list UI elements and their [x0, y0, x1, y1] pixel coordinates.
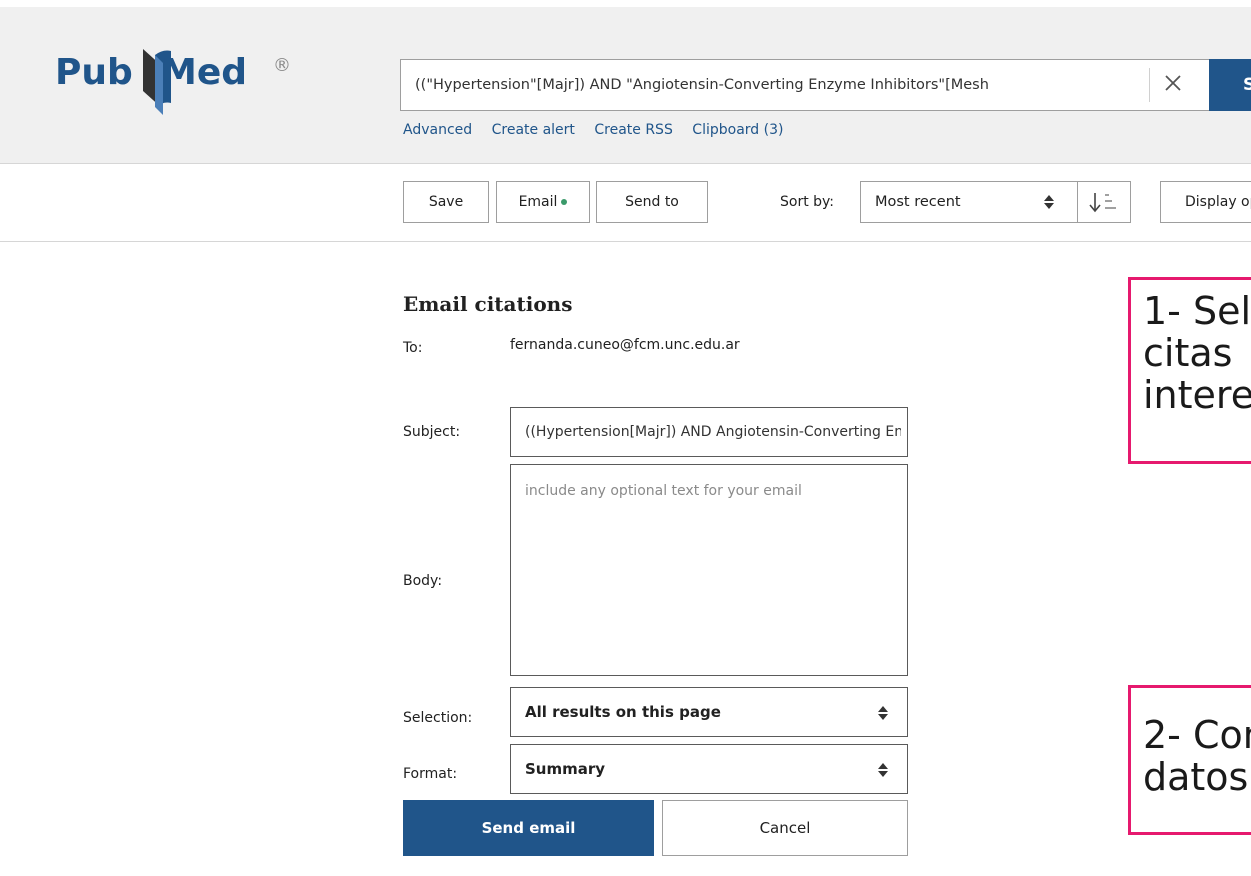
create-alert-link[interactable]: Create alert [492, 122, 575, 138]
logo-pub-text: Pub [55, 52, 133, 93]
send-to-button[interactable]: Send to [596, 181, 708, 223]
close-icon [1165, 75, 1181, 91]
body-textarea[interactable]: include any optional text for your email [510, 464, 908, 676]
selection-select-value: All results on this page [525, 703, 721, 721]
format-select-value: Summary [525, 760, 606, 778]
select-arrows-icon [1044, 195, 1054, 209]
annotation-line: citas [1143, 331, 1233, 375]
sort-select-value: Most recent [875, 194, 961, 210]
send-email-button[interactable]: Send email [403, 800, 654, 856]
format-label: Format: [403, 766, 458, 782]
sort-order-icon [1089, 193, 1116, 213]
annotation-line: 1- Sel [1143, 289, 1251, 333]
email-button-label: Email [518, 194, 558, 210]
annotation-line: datos [1143, 755, 1249, 799]
subject-field[interactable]: ((Hypertension[Majr]) AND Angiotensin-Co… [510, 407, 908, 457]
search-links: Advanced Create alert Create RSS Clipboa… [403, 122, 798, 138]
clipboard-link[interactable]: Clipboard (3) [692, 122, 783, 138]
sort-order-button[interactable] [1077, 181, 1131, 223]
subject-label: Subject: [403, 424, 461, 440]
active-dot-icon [561, 199, 568, 205]
sort-select[interactable]: Most recent [860, 181, 1078, 223]
search-query-text[interactable]: (("Hypertension"[Majr]) AND "Angiotensin… [415, 60, 1153, 110]
cancel-button[interactable]: Cancel [662, 800, 908, 856]
pubmed-logo[interactable]: Pub Med ® [55, 45, 315, 135]
logo-med-text: Med [161, 52, 248, 93]
save-button[interactable]: Save [403, 181, 489, 223]
display-options-button[interactable]: Display options [1160, 181, 1251, 223]
email-citations-title: Email citations [403, 292, 573, 316]
select-arrows-icon [878, 763, 888, 777]
subject-field-text: ((Hypertension[Majr]) AND Angiotensin-Co… [525, 424, 901, 440]
body-placeholder: include any optional text for your email [525, 483, 802, 499]
to-label: To: [403, 340, 423, 356]
header-bar: Pub Med ® (("Hypertension"[Majr]) AND "A… [0, 7, 1251, 164]
annotation-step-1: 1- Sel citas intere [1128, 277, 1251, 464]
selection-label: Selection: [403, 710, 473, 726]
to-value: fernanda.cuneo@fcm.unc.edu.ar [510, 337, 740, 353]
format-select[interactable]: Summary [510, 744, 908, 794]
selection-select[interactable]: All results on this page [510, 687, 908, 737]
create-rss-link[interactable]: Create RSS [594, 122, 672, 138]
results-toolbar: Save Email Send to Sort by: Most recent … [0, 163, 1251, 242]
advanced-link[interactable]: Advanced [403, 122, 472, 138]
sort-by-label: Sort by: [780, 194, 835, 210]
email-button[interactable]: Email [496, 181, 590, 223]
registered-mark: ® [273, 55, 291, 76]
search-button[interactable]: Search [1209, 59, 1251, 111]
select-arrows-icon [878, 706, 888, 720]
annotation-step-2: 2- Con datos [1128, 685, 1251, 835]
body-label: Body: [403, 573, 443, 589]
annotation-line: intere [1143, 373, 1251, 417]
search-input[interactable]: (("Hypertension"[Majr]) AND "Angiotensin… [400, 59, 1210, 111]
clear-search-button[interactable] [1149, 68, 1195, 102]
annotation-line: 2- Con [1143, 713, 1251, 757]
